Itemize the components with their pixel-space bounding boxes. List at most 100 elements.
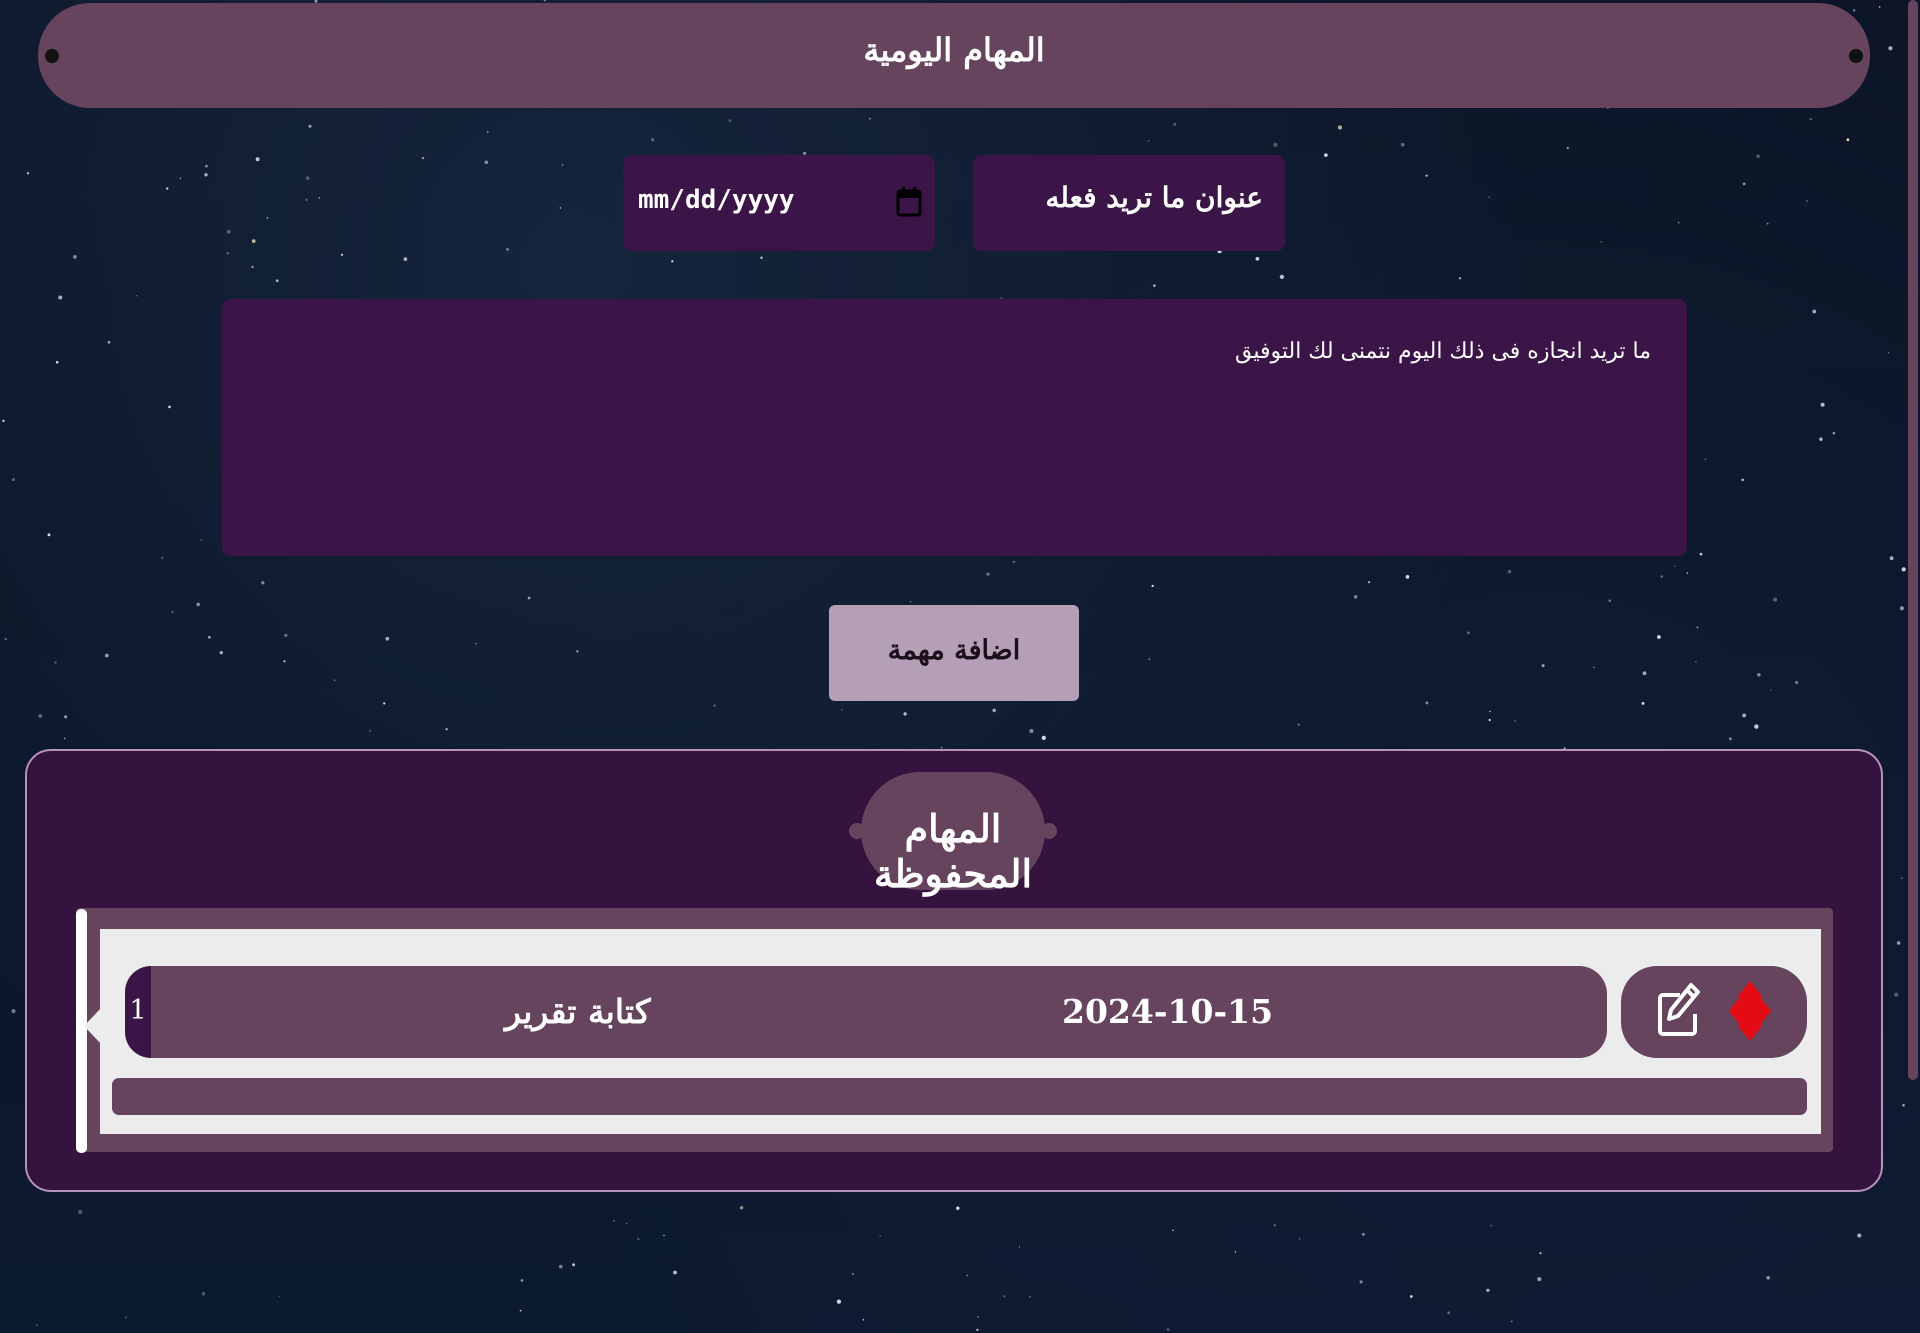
star xyxy=(38,714,43,718)
star xyxy=(166,187,169,190)
star xyxy=(1809,117,1812,121)
add-task-button[interactable]: اضافة مهمة xyxy=(829,605,1079,701)
star xyxy=(1770,689,1772,691)
star xyxy=(976,1328,979,1332)
star xyxy=(558,1264,563,1269)
star xyxy=(836,1299,842,1304)
star xyxy=(1297,723,1300,726)
star xyxy=(171,611,174,614)
star xyxy=(333,679,336,682)
star xyxy=(1337,125,1343,130)
star xyxy=(1699,552,1703,556)
star xyxy=(2,419,5,422)
star xyxy=(519,1309,522,1312)
edit-icon[interactable] xyxy=(1658,981,1700,1039)
star xyxy=(651,138,655,142)
star xyxy=(369,730,371,732)
star xyxy=(421,157,425,160)
star xyxy=(1151,584,1154,588)
star xyxy=(1756,672,1761,677)
star xyxy=(1832,431,1836,435)
star xyxy=(54,661,57,664)
star xyxy=(1003,1295,1006,1298)
star xyxy=(261,581,265,585)
delete-icon[interactable] xyxy=(1729,980,1771,1042)
task-date-input[interactable]: mm/dd/yyyy xyxy=(623,155,935,251)
star xyxy=(1234,1251,1237,1253)
star xyxy=(205,164,208,168)
star xyxy=(1400,142,1405,147)
star xyxy=(1766,222,1769,225)
star xyxy=(1899,606,1904,611)
task-row[interactable]: 1 كتابة تقرير 2024-10-15 xyxy=(125,966,1607,1058)
star xyxy=(760,256,763,259)
star xyxy=(713,704,716,707)
star xyxy=(1846,138,1850,142)
saved-tasks-title: المهام المحفوظة xyxy=(873,806,1033,896)
star xyxy=(484,160,489,165)
star xyxy=(612,1219,615,1222)
star xyxy=(1696,626,1699,629)
star xyxy=(1273,142,1278,148)
star xyxy=(305,198,308,201)
star xyxy=(1173,123,1177,126)
star xyxy=(340,253,344,256)
star xyxy=(1172,1229,1174,1232)
star xyxy=(403,257,408,261)
page-title: المهام اليومية xyxy=(863,31,1045,69)
star xyxy=(1537,1277,1542,1282)
star xyxy=(1773,597,1778,602)
star xyxy=(977,1316,979,1318)
star xyxy=(956,1206,960,1210)
star xyxy=(1298,1237,1301,1240)
star xyxy=(107,340,111,344)
task-title-input[interactable]: عنوان ما تريد فعله xyxy=(973,155,1285,251)
star xyxy=(561,164,564,166)
star xyxy=(1029,1296,1031,1298)
star xyxy=(1166,1328,1170,1332)
star xyxy=(1359,1280,1363,1284)
star xyxy=(1255,256,1260,261)
star xyxy=(986,572,990,576)
star xyxy=(208,635,211,639)
star xyxy=(909,601,912,603)
star xyxy=(903,712,907,716)
star xyxy=(1766,1276,1770,1280)
star xyxy=(637,1237,640,1241)
star xyxy=(11,478,15,482)
star xyxy=(251,265,254,269)
star xyxy=(1805,200,1808,203)
star xyxy=(1742,182,1746,186)
star xyxy=(1018,1246,1021,1248)
page-scrollbar-thumb[interactable] xyxy=(1908,0,1918,1080)
star xyxy=(1820,402,1825,407)
star xyxy=(1660,575,1664,578)
star xyxy=(1902,1103,1905,1107)
star xyxy=(1148,658,1151,660)
task-description-textarea[interactable]: ما تريد انجازه فى ذلك اليوم نتمنى لك الت… xyxy=(222,299,1687,556)
star xyxy=(200,538,203,541)
star xyxy=(1887,352,1890,354)
task-index-badge: 1 xyxy=(125,966,151,1058)
calendar-icon[interactable] xyxy=(896,187,922,217)
star xyxy=(1741,478,1744,482)
date-placeholder: mm/dd/yyyy xyxy=(638,185,795,215)
star xyxy=(1754,724,1759,729)
star xyxy=(559,207,562,209)
star xyxy=(487,131,489,133)
star xyxy=(1486,1288,1490,1292)
star xyxy=(1704,458,1707,461)
star xyxy=(1608,599,1612,603)
star xyxy=(1852,9,1856,12)
task-card-pointer xyxy=(84,1008,101,1044)
star xyxy=(840,708,843,711)
star xyxy=(966,1274,969,1277)
star xyxy=(1888,46,1893,51)
star xyxy=(1539,1252,1542,1255)
star xyxy=(1901,567,1906,572)
star xyxy=(55,360,59,364)
star xyxy=(11,1008,16,1014)
star xyxy=(26,172,30,175)
star xyxy=(1593,666,1595,669)
star xyxy=(506,247,510,251)
